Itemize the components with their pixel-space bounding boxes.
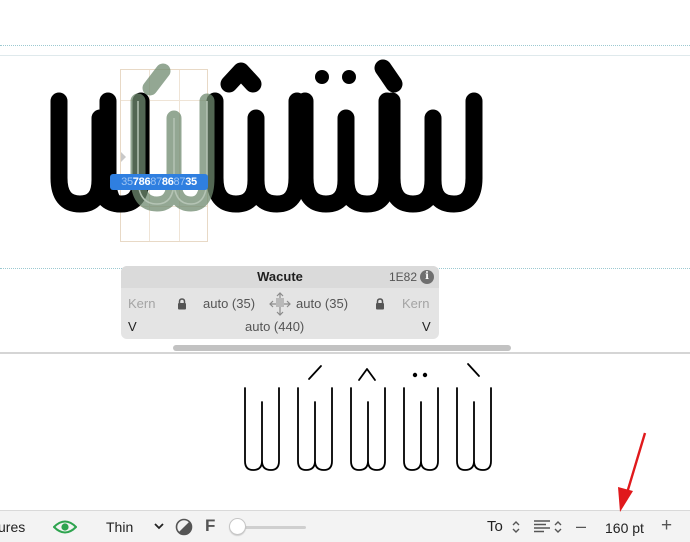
right-kern-label[interactable]: Kern xyxy=(402,296,429,311)
font-size-field[interactable]: 160 pt xyxy=(605,520,644,536)
lock-icon[interactable] xyxy=(375,298,385,310)
interpolation-slider-track[interactable] xyxy=(236,526,306,529)
kern-value: 35 xyxy=(121,176,133,188)
link-metrics-icon[interactable] xyxy=(268,291,292,317)
info-icon[interactable]: i xyxy=(420,270,434,284)
features-button[interactable]: ures xyxy=(0,519,25,535)
eye-icon[interactable] xyxy=(53,519,77,535)
kerning-value-bar[interactable]: 3578687868735 xyxy=(110,174,208,190)
kern-value: 35 xyxy=(185,176,197,188)
text-tool-button[interactable]: To xyxy=(487,518,503,535)
right-kerning-group[interactable]: V xyxy=(422,319,431,334)
lock-icon[interactable] xyxy=(177,298,187,310)
kern-value: 86 xyxy=(138,176,151,188)
contrast-icon[interactable] xyxy=(175,518,193,536)
left-kern-label[interactable]: Kern xyxy=(128,296,155,311)
width-field[interactable]: auto (440) xyxy=(245,319,304,334)
chevron-down-icon[interactable] xyxy=(154,522,164,530)
up-down-icon[interactable] xyxy=(511,519,521,535)
interpolation-slider-knob[interactable] xyxy=(229,518,246,535)
lsb-field[interactable]: auto (35) xyxy=(203,296,255,311)
preview-glyphs xyxy=(244,363,492,471)
up-down-icon[interactable] xyxy=(553,519,563,535)
sidebearing-row: Kern auto (35) auto (35) Kern xyxy=(121,292,439,316)
zoom-out-button[interactable]: – xyxy=(576,516,586,537)
kern-value: 87 xyxy=(150,176,162,188)
sidebearing-arrow-icon xyxy=(121,152,126,162)
width-row: V auto (440) V xyxy=(121,319,439,337)
rsb-field[interactable]: auto (35) xyxy=(296,296,348,311)
font-icon[interactable]: F xyxy=(205,516,215,536)
bottom-toolbar: ures Thin F To – 160 pt + xyxy=(0,510,690,542)
unicode-value[interactable]: 1E82 xyxy=(389,270,417,284)
text-tool-label: To xyxy=(487,518,503,535)
kern-value: 86 xyxy=(161,176,174,188)
align-icon[interactable] xyxy=(533,519,551,533)
left-kerning-group[interactable]: V xyxy=(128,319,137,334)
edit-view[interactable]: 3578687868735 Wacute 1E82 i Kern auto (3… xyxy=(0,0,690,352)
kern-value: 87 xyxy=(173,176,186,188)
info-panel-header: Wacute 1E82 i xyxy=(121,266,439,288)
zoom-in-button[interactable]: + xyxy=(661,515,672,537)
master-selector[interactable]: Thin xyxy=(106,519,133,535)
glyph-info-panel: Wacute 1E82 i Kern auto (35) auto (35) K… xyxy=(121,266,439,339)
horizontal-scrollbar[interactable] xyxy=(173,345,511,351)
preview-area xyxy=(0,354,690,510)
